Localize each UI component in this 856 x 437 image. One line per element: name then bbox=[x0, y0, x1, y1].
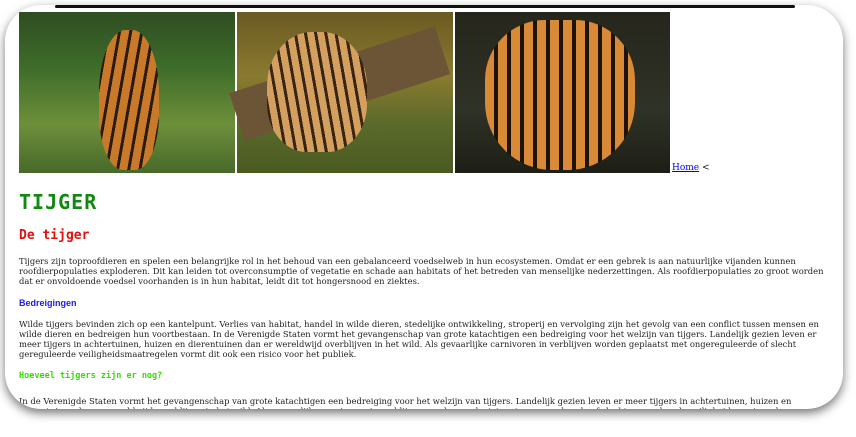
tiger-cub-image bbox=[229, 12, 453, 173]
tiger-shape bbox=[485, 20, 635, 170]
section-heading-threats: Bedreigingen bbox=[19, 298, 77, 308]
threats-paragraph: Wilde tijgers bevinden zich op een kante… bbox=[19, 319, 819, 359]
breadcrumb-separator: < bbox=[702, 163, 710, 173]
tiger-face-image bbox=[455, 12, 670, 173]
page-title: TIJGER bbox=[19, 190, 98, 214]
section-heading-count: Hoeveel tijgers zijn er nog? bbox=[19, 371, 163, 381]
image-row: Home < bbox=[19, 12, 839, 173]
home-link[interactable]: Home bbox=[672, 163, 699, 173]
tiger-shape bbox=[267, 32, 367, 152]
tiger-shape bbox=[99, 30, 159, 170]
tiger-walking-image bbox=[19, 12, 235, 173]
page-frame: Home < TIJGER De tijger Tijgers zijn top… bbox=[5, 5, 843, 409]
page-content: Home < TIJGER De tijger Tijgers zijn top… bbox=[19, 12, 839, 409]
breadcrumb: Home < bbox=[672, 163, 710, 173]
intro-paragraph: Tijgers zijn toproofdieren en spelen een… bbox=[19, 256, 824, 286]
count-paragraph: In de Verenigde Staten vormt het gevange… bbox=[19, 396, 831, 409]
page-subtitle: De tijger bbox=[19, 228, 90, 243]
